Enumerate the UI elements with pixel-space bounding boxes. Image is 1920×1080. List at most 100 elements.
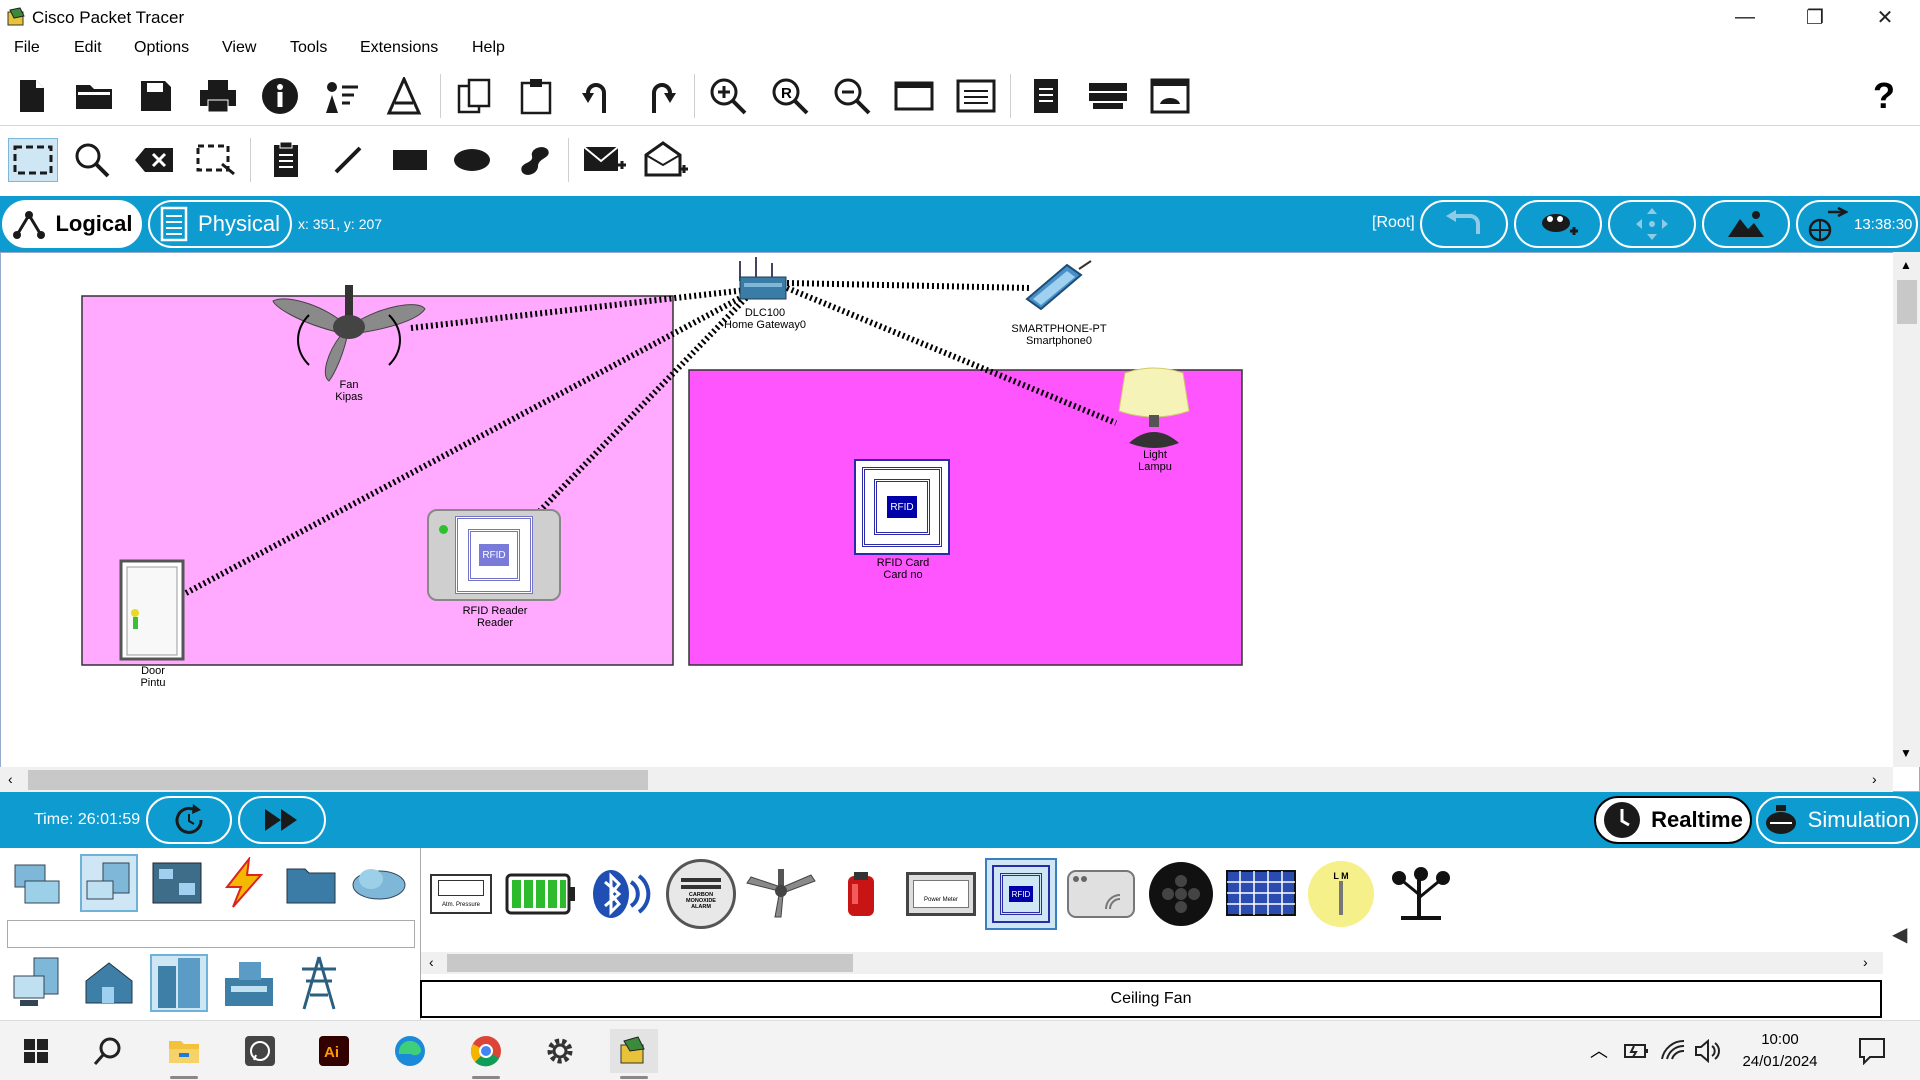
root-breadcrumb[interactable]: [Root]: [1372, 214, 1415, 232]
menu-file[interactable]: File: [14, 39, 40, 57]
resize-shape-icon[interactable]: [194, 138, 238, 182]
start-button-icon[interactable]: [12, 1029, 60, 1073]
network-devices-category-icon[interactable]: [8, 854, 66, 912]
help-icon[interactable]: ?: [1862, 74, 1906, 118]
ceiling-fan-device[interactable]: [745, 858, 817, 930]
logical-workspace[interactable]: DLC100 Home Gateway0 SMARTPHONE-PT Smartph…: [0, 252, 1920, 792]
copy-icon[interactable]: [452, 74, 496, 118]
realtime-mode-button[interactable]: Realtime: [1594, 796, 1752, 844]
home-gateway-icon[interactable]: [734, 255, 792, 305]
tab-physical[interactable]: Physical: [148, 200, 292, 248]
search-icon[interactable]: [84, 1029, 132, 1073]
settings-gear-icon[interactable]: [536, 1029, 584, 1073]
draw-line-icon[interactable]: [326, 138, 370, 182]
door-icon[interactable]: [119, 559, 189, 661]
undo-icon[interactable]: [576, 74, 620, 118]
horizontal-scrollbar[interactable]: ‹ ›: [0, 767, 1893, 792]
device-list-scrollbar[interactable]: ‹ ›: [421, 952, 1883, 974]
chrome-browser-icon[interactable]: [462, 1029, 510, 1079]
menu-options[interactable]: Options: [134, 39, 189, 57]
move-object-button[interactable]: [1608, 200, 1696, 248]
redo-icon[interactable]: [638, 74, 682, 118]
system-clock[interactable]: 10:00 24/01/2024: [1730, 1029, 1830, 1073]
power-cycle-button[interactable]: [146, 796, 232, 844]
solar-panel-device[interactable]: [1225, 858, 1297, 930]
add-complex-pdu-icon[interactable]: [644, 138, 688, 182]
wind-turbine-device[interactable]: [1385, 858, 1457, 930]
info-icon[interactable]: [258, 74, 302, 118]
menu-tools[interactable]: Tools: [290, 39, 327, 57]
tab-logical[interactable]: Logical: [2, 200, 142, 248]
viewport-icon[interactable]: [1148, 74, 1192, 118]
ceiling-fan-icon[interactable]: [269, 285, 429, 385]
edge-browser-icon[interactable]: [386, 1029, 434, 1073]
siren-device[interactable]: [825, 858, 897, 930]
components-category-icon[interactable]: [148, 854, 206, 912]
smartphone-icon[interactable]: [1023, 259, 1095, 311]
device-list-scroll-thumb[interactable]: [447, 954, 853, 972]
activity-wizard-icon[interactable]: [320, 74, 364, 118]
scroll-right-icon[interactable]: ›: [1872, 771, 1877, 787]
delete-icon[interactable]: [132, 138, 176, 182]
menu-view[interactable]: View: [222, 39, 256, 57]
paste-icon[interactable]: [514, 74, 558, 118]
lamp-icon[interactable]: [1111, 363, 1197, 453]
connections-category-icon[interactable]: [214, 854, 272, 912]
minimize-button[interactable]: —: [1710, 0, 1780, 34]
rfid-reader-icon[interactable]: RFID: [427, 509, 561, 601]
device-scroll-left-icon[interactable]: ‹: [429, 954, 434, 970]
zoom-in-icon[interactable]: [706, 74, 750, 118]
end-devices-category-icon[interactable]: [80, 854, 138, 912]
file-explorer-icon[interactable]: [160, 1029, 208, 1079]
new-cluster-button[interactable]: [1514, 200, 1602, 248]
power-meter-device[interactable]: Power Meter: [905, 858, 977, 930]
scroll-down-icon[interactable]: ▼: [1900, 746, 1912, 760]
rfid-reader-device[interactable]: [1065, 858, 1137, 930]
multiuser-category-icon[interactable]: [350, 854, 408, 912]
rfid-card-icon[interactable]: RFID: [854, 459, 950, 555]
show-hidden-icons-icon[interactable]: ︿: [1590, 1037, 1608, 1063]
set-background-button[interactable]: [1702, 200, 1790, 248]
street-lamp-device[interactable]: L M: [1305, 858, 1377, 930]
scroll-left-icon[interactable]: ‹: [8, 771, 13, 787]
power-grid-category-icon[interactable]: [290, 954, 348, 1012]
save-icon[interactable]: [134, 74, 178, 118]
rfid-card-device[interactable]: RFID: [985, 858, 1057, 930]
pressure-sensor-device[interactable]: Atm. Pressure: [425, 858, 497, 930]
inspect-icon[interactable]: [70, 138, 114, 182]
bluetooth-speaker-device[interactable]: [585, 858, 657, 930]
wifi-icon[interactable]: [1660, 1039, 1686, 1063]
horizontal-scroll-thumb[interactable]: [28, 770, 648, 790]
whatsapp-icon[interactable]: [236, 1029, 284, 1073]
pc-category-icon[interactable]: [8, 954, 66, 1012]
vertical-scrollbar[interactable]: ▲ ▼: [1893, 252, 1920, 767]
back-button[interactable]: [1420, 200, 1508, 248]
menu-edit[interactable]: Edit: [74, 39, 102, 57]
collapse-panel-icon[interactable]: ◀: [1892, 922, 1907, 947]
print-icon[interactable]: [196, 74, 240, 118]
menu-help[interactable]: Help: [472, 39, 505, 57]
co-alarm-device[interactable]: CARBON MONOXIDE ALARM: [665, 858, 737, 930]
miscellaneous-category-icon[interactable]: [282, 854, 340, 912]
volume-icon[interactable]: [1694, 1039, 1720, 1063]
illustrator-icon[interactable]: Ai: [310, 1029, 358, 1073]
place-note-icon[interactable]: [264, 138, 308, 182]
battery-charging-icon[interactable]: [1624, 1041, 1650, 1061]
vertical-scroll-thumb[interactable]: [1897, 280, 1917, 324]
industrial-category-icon[interactable]: [220, 954, 278, 1012]
smart-city-category-icon[interactable]: [150, 954, 208, 1012]
select-icon[interactable]: [8, 138, 58, 182]
drawing-palette-icon[interactable]: [892, 74, 936, 118]
zoom-out-icon[interactable]: [830, 74, 874, 118]
device-search-input[interactable]: [7, 920, 415, 948]
battery-device[interactable]: [505, 858, 577, 930]
simulation-mode-button[interactable]: Simulation: [1756, 796, 1918, 844]
device-scroll-right-icon[interactable]: ›: [1863, 954, 1868, 970]
freeform-icon[interactable]: [512, 138, 556, 182]
custom-device-icon[interactable]: [382, 74, 426, 118]
network-info-icon[interactable]: [1086, 74, 1130, 118]
draw-rectangle-icon[interactable]: [388, 138, 432, 182]
speaker-device[interactable]: [1145, 858, 1217, 930]
home-category-icon[interactable]: [80, 954, 138, 1012]
open-icon[interactable]: [72, 74, 116, 118]
